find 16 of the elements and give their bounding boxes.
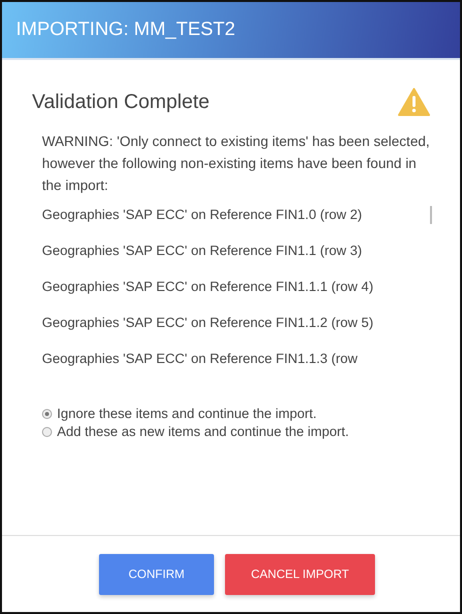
window-title: IMPORTING: MM_TEST2 [16, 19, 236, 41]
dialog-heading: Validation Complete [32, 90, 210, 114]
warning-icon [398, 88, 430, 116]
cancel-button[interactable]: CANCEL IMPORT [225, 554, 375, 594]
scrollbar[interactable] [430, 206, 432, 224]
radio-button[interactable] [42, 426, 52, 436]
warning-message: WARNING: 'Only connect to existing items' has been selected, however the following non-existing items have been found in the import: [42, 132, 431, 195]
radio-label[interactable]: Ignore these items and continue the import. [57, 406, 317, 421]
import-item: Geographies 'SAP ECC' on Reference FIN1.1.1 (row 4) [42, 278, 374, 296]
import-item: Geographies 'SAP ECC' on Reference FIN1.1.3 (row [42, 350, 359, 368]
import-item: Geographies 'SAP ECC' on Reference FIN1.1 (row 3) [42, 242, 364, 260]
radio-button[interactable] [42, 408, 52, 418]
radio-label[interactable]: Add these as new items and continue the import. [57, 424, 349, 439]
confirm-button[interactable]: CONFIRM [99, 554, 214, 594]
import-item: Geographies 'SAP ECC' on Reference FIN1.0 (row 2) [42, 206, 364, 224]
import-item: Geographies 'SAP ECC' on Reference FIN1.1.2 (row 5) [42, 314, 374, 332]
